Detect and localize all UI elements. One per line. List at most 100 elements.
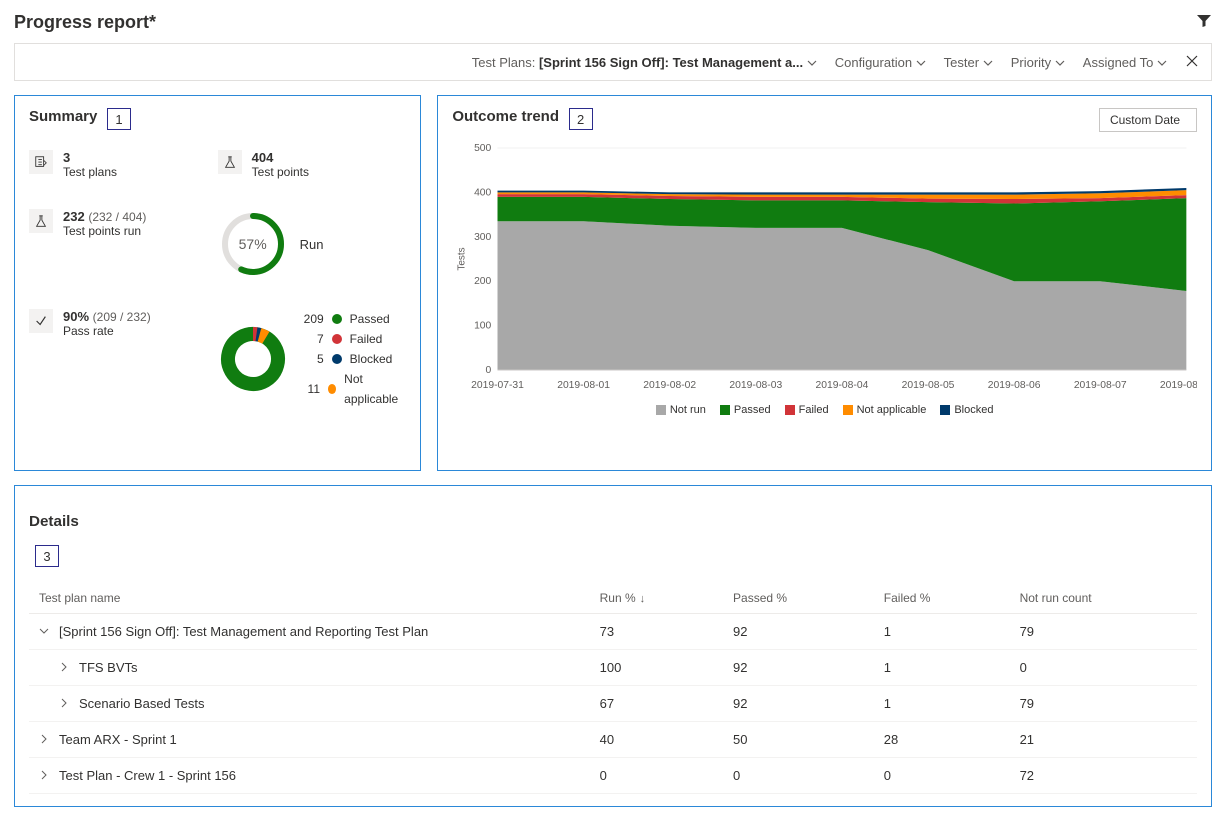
kpi-sub: (209 / 232): [93, 310, 151, 324]
kpi-label: Test points: [252, 165, 309, 179]
cell-failed: 0: [874, 758, 1010, 794]
trend-legend: Not run Passed Failed Not applicable Blo…: [452, 404, 1197, 416]
filter-label: Priority: [1011, 55, 1051, 70]
filter-assignedto[interactable]: Assigned To: [1083, 55, 1167, 70]
chevron-right-icon[interactable]: [39, 768, 53, 783]
row-name: Team ARX - Sprint 1: [59, 732, 177, 747]
kpi-pass-rate: 90% (209 / 232) Pass rate: [29, 309, 218, 409]
filter-label: Tester: [944, 55, 979, 70]
table-row[interactable]: TFS BVTs1009210: [29, 650, 1197, 686]
table-row[interactable]: Scenario Based Tests 6792179: [29, 686, 1197, 722]
legend-dot: [328, 384, 336, 394]
svg-text:2019-08-01: 2019-08-01: [558, 380, 611, 391]
cell-run: 100: [590, 650, 723, 686]
row-name: TFS BVTs: [79, 660, 138, 675]
cell-notrun: 0: [1010, 650, 1197, 686]
legend-label: Blocked: [350, 349, 393, 369]
filter-label: Assigned To: [1083, 55, 1154, 70]
chevron-right-icon[interactable]: [39, 732, 53, 747]
testplans-label: Test Plans:: [472, 55, 536, 70]
kpi-value: 3: [63, 150, 117, 165]
column-header[interactable]: Failed %: [874, 583, 1010, 614]
legend-label: Blocked: [954, 404, 993, 416]
legend-dot: [332, 314, 342, 324]
legend-dot: [332, 334, 342, 344]
filter-tester[interactable]: Tester: [944, 55, 993, 70]
svg-text:2019-08-03: 2019-08-03: [730, 380, 783, 391]
svg-text:2019-08-08: 2019-08-08: [1160, 380, 1197, 391]
column-header[interactable]: Passed %: [723, 583, 874, 614]
column-header[interactable]: Test plan name: [29, 583, 590, 614]
row-name: Scenario Based Tests: [79, 696, 205, 711]
outcome-trend-chart: 0100200300400500Tests2019-07-312019-08-0…: [452, 138, 1197, 398]
table-row[interactable]: [Sprint 156 Sign Off]: Test Management a…: [29, 614, 1197, 650]
close-icon[interactable]: [1185, 54, 1199, 71]
svg-text:400: 400: [474, 188, 492, 199]
custom-date-dropdown[interactable]: Custom Date: [1099, 108, 1197, 132]
svg-text:2019-08-05: 2019-08-05: [902, 380, 955, 391]
chevron-down-icon[interactable]: [39, 624, 53, 639]
cell-notrun: 72: [1010, 758, 1197, 794]
cell-run: 67: [590, 686, 723, 722]
chevron-down-icon: [916, 55, 926, 70]
kpi-test-points: 404 Test points: [218, 150, 407, 179]
svg-text:500: 500: [474, 143, 492, 154]
trend-panel: Outcome trend 2 Custom Date 010020030040…: [437, 95, 1212, 471]
cell-notrun: 79: [1010, 686, 1197, 722]
chevron-down-icon: [1157, 55, 1167, 70]
details-table: Test plan nameRun %↓Passed %Failed %Not …: [29, 583, 1197, 794]
cell-run: 73: [590, 614, 723, 650]
filter-configuration[interactable]: Configuration: [835, 55, 926, 70]
cell-notrun: 21: [1010, 722, 1197, 758]
filter-icon[interactable]: [1196, 13, 1212, 32]
custom-date-label: Custom Date: [1110, 113, 1180, 127]
kpi-label: Test plans: [63, 165, 117, 179]
column-header[interactable]: Not run count: [1010, 583, 1197, 614]
testplans-filter[interactable]: Test Plans: [Sprint 156 Sign Off]: Test …: [472, 55, 817, 70]
legend-swatch: [843, 405, 853, 415]
chevron-right-icon[interactable]: [59, 696, 73, 711]
legend-count: 7: [304, 329, 324, 349]
svg-text:100: 100: [474, 321, 492, 332]
svg-text:0: 0: [486, 365, 492, 376]
cell-passed: 92: [723, 614, 874, 650]
legend-count: 11: [304, 379, 320, 399]
kpi-test-plans: 3 Test plans: [29, 150, 218, 179]
legend-swatch: [785, 405, 795, 415]
chevron-down-icon: [983, 55, 993, 70]
summary-title: Summary: [29, 108, 97, 125]
kpi-test-points-run: 232 (232 / 404) Test points run: [29, 209, 218, 279]
cell-run: 40: [590, 722, 723, 758]
legend-label: Passed: [734, 404, 771, 416]
annotation-1: 1: [107, 108, 131, 130]
sort-arrow-icon: ↓: [640, 593, 646, 605]
chevron-right-icon[interactable]: [59, 660, 73, 675]
testplans-icon: [29, 150, 53, 174]
svg-text:Tests: Tests: [457, 247, 468, 270]
legend-swatch: [656, 405, 666, 415]
trend-title: Outcome trend: [452, 108, 559, 125]
cell-passed: 0: [723, 758, 874, 794]
legend-dot: [332, 354, 342, 364]
kpi-value: 232: [63, 209, 85, 224]
filter-priority[interactable]: Priority: [1011, 55, 1065, 70]
cell-failed: 1: [874, 686, 1010, 722]
svg-text:2019-08-07: 2019-08-07: [1074, 380, 1127, 391]
column-header[interactable]: Run %↓: [590, 583, 723, 614]
legend-count: 5: [304, 349, 324, 369]
table-row[interactable]: Team ARX - Sprint 140502821: [29, 722, 1197, 758]
check-icon: [29, 309, 53, 333]
gauge-label: Run: [300, 237, 324, 252]
details-title: Details: [29, 513, 1197, 530]
table-row[interactable]: Test Plan - Crew 1 - Sprint 15600072: [29, 758, 1197, 794]
annotation-2: 2: [569, 108, 593, 130]
row-name: [Sprint 156 Sign Off]: Test Management a…: [59, 624, 428, 639]
legend-swatch: [720, 405, 730, 415]
cell-run: 0: [590, 758, 723, 794]
legend-count: 209: [304, 309, 324, 329]
cell-passed: 92: [723, 686, 874, 722]
filter-label: Configuration: [835, 55, 912, 70]
details-panel: Details 3 Test plan nameRun %↓Passed %Fa…: [14, 485, 1212, 807]
svg-text:200: 200: [474, 276, 492, 287]
legend-label: Failed: [799, 404, 829, 416]
